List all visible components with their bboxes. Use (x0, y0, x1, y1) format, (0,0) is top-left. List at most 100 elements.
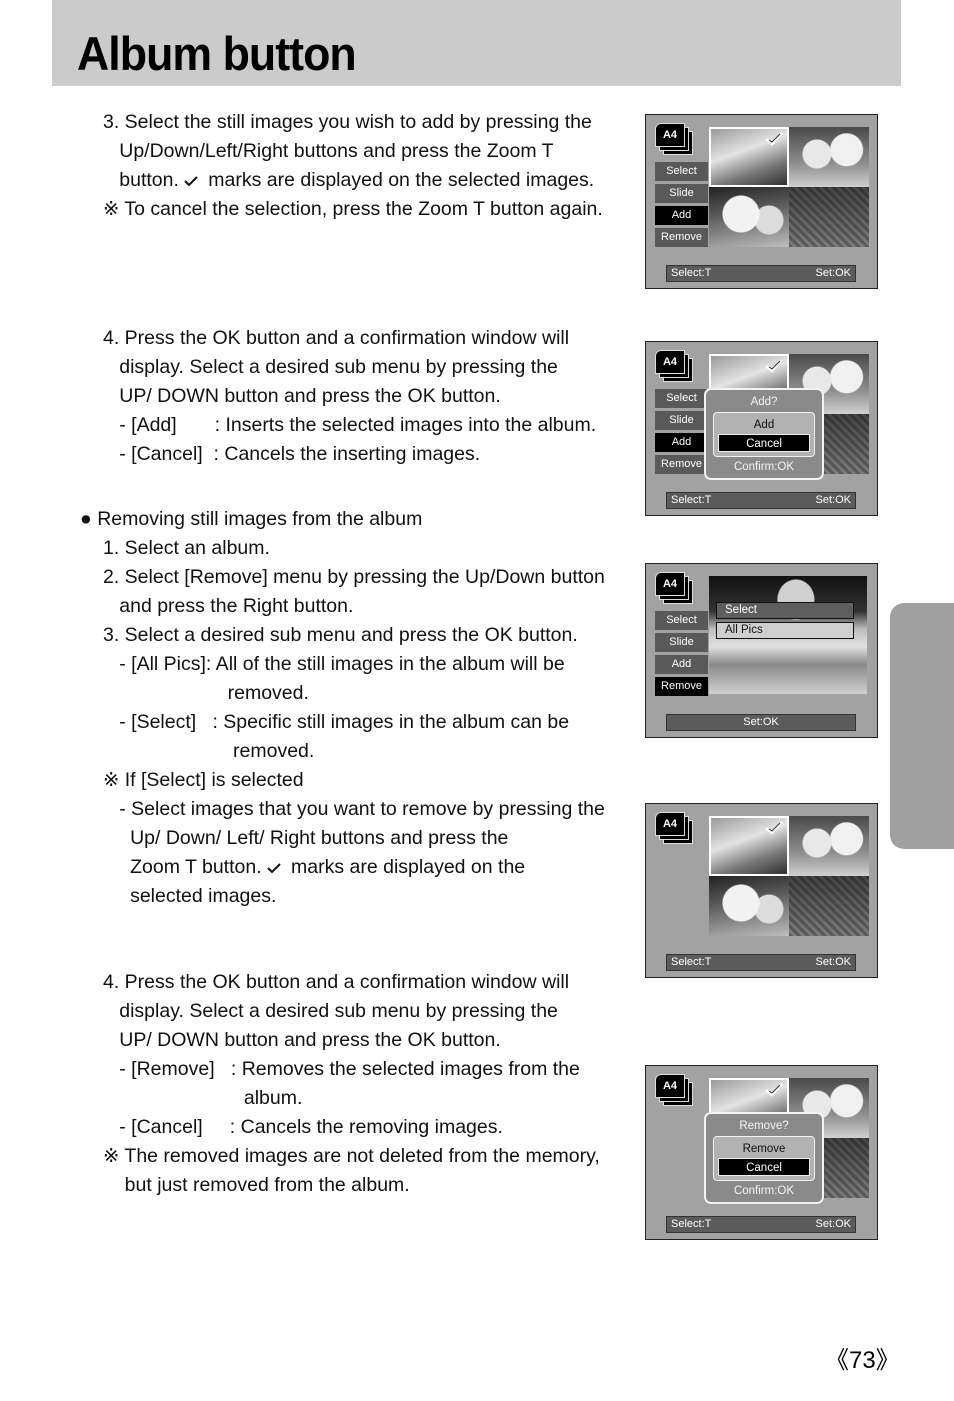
menu-item-select[interactable]: Select (655, 162, 708, 181)
status-bar: Select:T Set:OK (666, 265, 856, 282)
album-menu: Select Slide Add Remove (655, 162, 708, 250)
remove-line: 2. Select [Remove] menu by pressing the … (103, 566, 605, 588)
remove-line: - Select images that you want to remove … (103, 798, 605, 820)
remove-line: Zoom T button. marks are displayed on th… (103, 853, 525, 882)
step4-remove-line: - [Remove] : Removes the selected images… (103, 1058, 580, 1080)
dialog-option-remove[interactable]: Remove (718, 1140, 810, 1158)
remove-line: removed. (103, 740, 315, 762)
status-bar: Select:T Set:OK (666, 492, 856, 509)
remove-line: - [All Pics]: All of the still images in… (103, 653, 565, 675)
status-right: Set:OK (815, 1218, 851, 1230)
remove-line: - [Select] : Specific still images in th… (103, 711, 570, 733)
album-menu: Select Slide Add Remove (655, 611, 708, 699)
page-number: 《73》 (825, 1347, 900, 1374)
camera-screen-add-confirm: A4 Select Slide Add Remove Add? Add Canc… (645, 341, 878, 516)
dialog-title: Remove? (739, 1120, 789, 1132)
dialog-footer: Confirm:OK (733, 1185, 795, 1197)
bullet-icon: ● (80, 508, 92, 530)
status-left: Select:T (671, 267, 712, 279)
thumbnail[interactable] (789, 127, 869, 187)
page-title: Album button (77, 27, 357, 80)
step4-remove-line: album. (103, 1087, 303, 1109)
dialog-option-cancel[interactable]: Cancel (718, 1158, 810, 1176)
step4-add-line3: UP/ DOWN button and press the OK button. (103, 385, 501, 407)
step4-add-line2: display. Select a desired sub menu by pr… (103, 356, 558, 378)
camera-screen-select-add: A4 Select Slide Add Remove Select:T Set:O… (645, 114, 878, 289)
remove-line: Up/ Down/ Left/ Right buttons and press … (103, 827, 509, 849)
album-icon: A4 (655, 123, 695, 155)
menu-item-slide[interactable]: Slide (655, 411, 708, 430)
menu-item-slide[interactable]: Slide (655, 184, 708, 203)
dialog-option-add[interactable]: Add (718, 416, 810, 434)
camera-screen-remove-submenu: A4 Select Slide Add Remove Select All Pi… (645, 563, 878, 738)
remove-heading: ● Removing still images from the album (80, 505, 422, 534)
status-right: Set:OK (815, 267, 851, 279)
step4-add-line1: 4. Press the OK button and a confirmatio… (103, 327, 570, 349)
album-icon: A4 (655, 1074, 695, 1106)
dialog-option-cancel[interactable]: Cancel (718, 434, 810, 452)
thumbnail-selected[interactable] (709, 816, 789, 876)
step4-remove-line: display. Select a desired sub menu by pr… (103, 1000, 558, 1022)
submenu-option-all-pics[interactable]: All Pics (716, 622, 854, 639)
remove-line: 3. Select a desired sub menu and press t… (103, 624, 578, 646)
status-left: Select:T (671, 1218, 712, 1230)
step4-add-option-cancel: - [Cancel] : Cancels the inserting image… (103, 443, 481, 465)
thumbnail[interactable] (709, 187, 789, 247)
confirm-dialog: Add? Add Cancel Confirm:OK (704, 388, 824, 480)
step4-remove-line: ※ The removed images are not deleted fro… (103, 1145, 600, 1167)
status-right: Set:OK (815, 494, 851, 506)
menu-item-remove[interactable]: Remove (655, 677, 708, 696)
menu-item-select[interactable]: Select (655, 611, 708, 630)
checkmark-icon (765, 359, 783, 373)
thumbnail[interactable] (789, 187, 869, 247)
confirm-dialog: Remove? Remove Cancel Confirm:OK (704, 1112, 824, 1204)
menu-item-select[interactable]: Select (655, 389, 708, 408)
thumbnail-grid (709, 127, 869, 247)
remove-heading-text: Removing still images from the album (97, 508, 423, 530)
page-header: Album button (52, 0, 901, 86)
submenu-option-select[interactable]: Select (716, 602, 854, 619)
menu-item-slide[interactable]: Slide (655, 633, 708, 652)
dialog-footer: Confirm:OK (733, 461, 795, 473)
step4-remove-line: - [Cancel] : Cancels the removing images… (103, 1116, 503, 1138)
section-tab (890, 603, 954, 849)
thumbnail[interactable] (789, 816, 869, 876)
status-bar: Select:T Set:OK (666, 954, 856, 971)
remove-line: and press the Right button. (103, 595, 354, 617)
album-icon: A4 (655, 812, 695, 844)
menu-item-add[interactable]: Add (655, 433, 708, 452)
remove-line: ※ If [Select] is selected (103, 769, 304, 791)
step4-remove-line: but just removed from the album. (103, 1174, 410, 1196)
step3-add-note: ※ To cancel the selection, press the Zoo… (103, 198, 603, 220)
dialog-title: Add? (750, 396, 778, 408)
checkmark-icon (765, 132, 783, 146)
status-right: Set:OK (815, 956, 851, 968)
step3-add-line3: button. marks are displayed on the selec… (103, 166, 594, 195)
checkmark-icon (184, 176, 198, 187)
remove-line-text2: marks are displayed on the (285, 856, 526, 878)
remove-line: selected images. (103, 885, 277, 907)
thumbnail-selected[interactable] (709, 127, 789, 187)
step4-remove-line: 4. Press the OK button and a confirmatio… (103, 971, 570, 993)
album-icon: A4 (655, 350, 695, 382)
step4-remove-line: UP/ DOWN button and press the OK button. (103, 1029, 501, 1051)
camera-screen-select-remove: A4 Select:T Set:OK (645, 803, 878, 978)
step3-add-line1: 3. Select the still images you wish to a… (103, 111, 592, 133)
checkmark-icon (266, 863, 281, 874)
checkmark-icon (765, 821, 783, 835)
album-icon: A4 (655, 572, 695, 604)
thumbnail[interactable] (709, 876, 789, 936)
camera-screen-remove-confirm: A4 Remove? Remove Cancel Confirm:OK Sele… (645, 1065, 878, 1240)
album-menu: Select Slide Add Remove (655, 389, 708, 477)
status-left: Select:T (671, 956, 712, 968)
status-left: Select:T (671, 494, 712, 506)
menu-item-add[interactable]: Add (655, 206, 708, 225)
menu-item-remove[interactable]: Remove (655, 455, 708, 474)
menu-item-remove[interactable]: Remove (655, 228, 708, 247)
step3-add-line3-text: button. (103, 169, 179, 191)
step3-add-line3-text2: marks are displayed on the selected imag… (202, 169, 595, 191)
thumbnail[interactable] (789, 876, 869, 936)
menu-item-add[interactable]: Add (655, 655, 708, 674)
checkmark-icon (765, 1083, 783, 1097)
thumbnail-grid (709, 816, 869, 936)
